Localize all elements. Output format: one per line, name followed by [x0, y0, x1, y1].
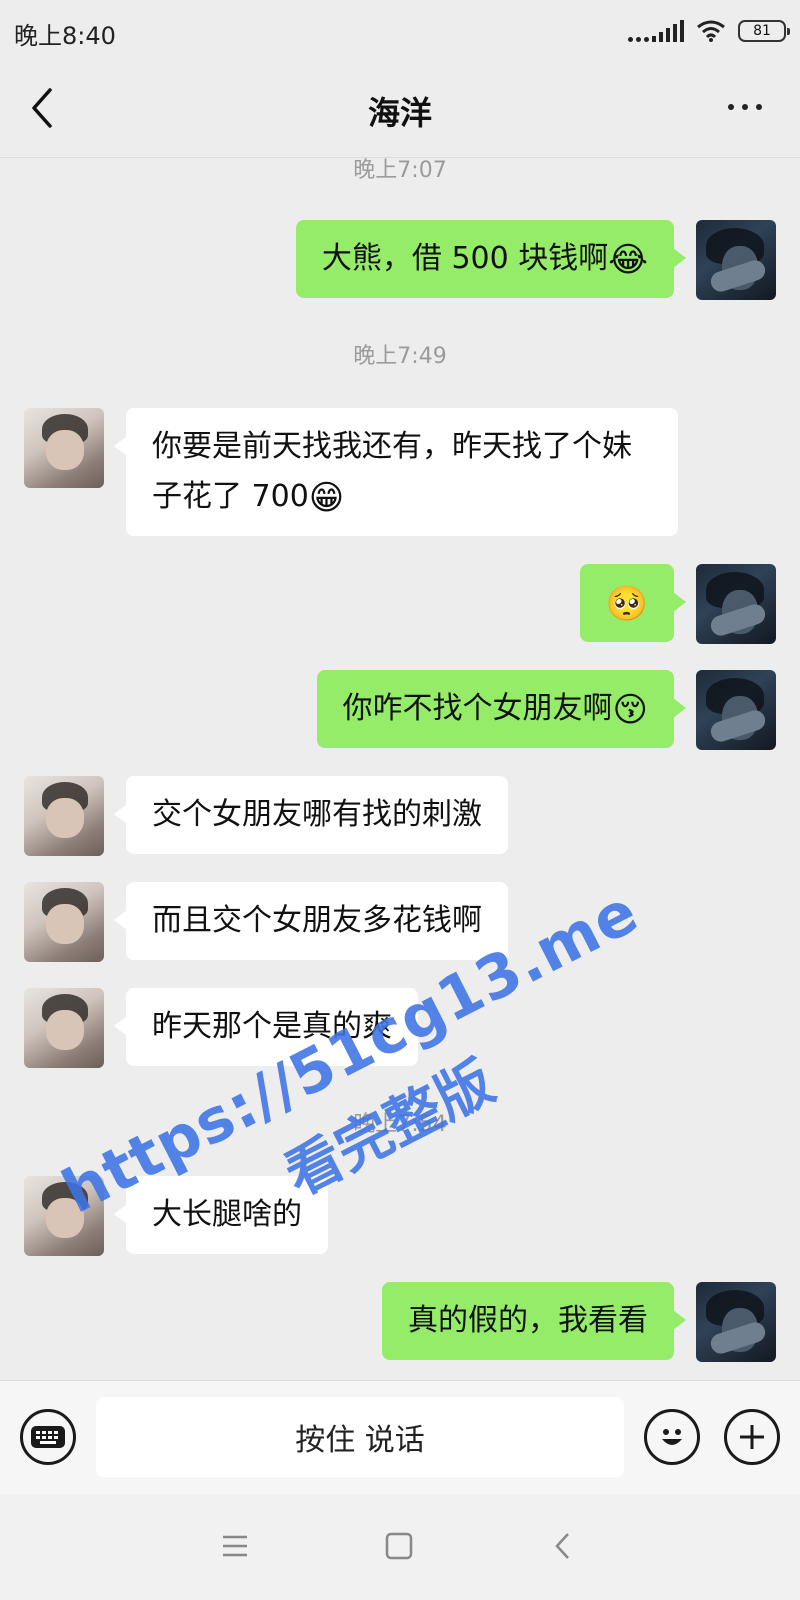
message-bubble-other[interactable]: 而且交个女朋友多花钱啊 [114, 882, 508, 960]
nav-bar: 海洋 [0, 62, 800, 158]
hold-to-talk-button[interactable]: 按住 说话 [96, 1397, 624, 1477]
message-text: 你要是前天找我还有，昨天找了个妹子花了 700 [152, 429, 632, 514]
message-bubble-other[interactable]: 昨天那个是真的爽 [114, 988, 418, 1066]
message-bubble-other[interactable]: 大长腿啥的 [114, 1176, 328, 1254]
avatar[interactable] [24, 988, 104, 1068]
message-bubble-self[interactable]: 大熊，借 500 块钱啊😂 [295, 220, 687, 298]
more-dots-icon[interactable] [728, 104, 762, 110]
avatar[interactable] [24, 882, 104, 962]
avatar[interactable] [696, 564, 776, 644]
battery-level: 81 [753, 23, 771, 39]
back-icon[interactable] [538, 1524, 588, 1568]
time-divider: 晚上7:07 [353, 158, 447, 183]
message-text: 而且交个女朋友多花钱啊 [152, 903, 482, 938]
menu-icon[interactable] [210, 1524, 260, 1568]
avatar[interactable] [24, 1176, 104, 1256]
emoji: 😁 [308, 477, 345, 518]
smiley-icon[interactable] [644, 1409, 700, 1465]
time-divider: 晚上7:49 [353, 344, 447, 369]
message-bubble-self[interactable]: 你咋不找个女朋友啊😚 [316, 670, 687, 748]
signal-icon [628, 20, 684, 42]
status-icons: 81 [628, 16, 790, 46]
chat-title: 海洋 [367, 94, 432, 132]
home-icon[interactable] [374, 1524, 424, 1568]
avatar[interactable] [696, 1282, 776, 1362]
status-bar: 晚上8:40 81 [0, 0, 800, 62]
message-text: 你咋不找个女朋友啊 [342, 691, 613, 726]
keyboard-icon[interactable] [20, 1409, 76, 1465]
message-bubble-self[interactable]: 🥺 [579, 564, 687, 642]
message-text: 昨天那个是真的爽 [152, 1009, 392, 1044]
system-nav-bar [0, 1494, 800, 1600]
message-text: 交个女朋友哪有找的刺激 [152, 797, 482, 832]
emoji: 😂 [608, 239, 648, 280]
plus-icon[interactable] [724, 1409, 780, 1465]
emoji: 🥺 [605, 583, 648, 624]
avatar[interactable] [24, 776, 104, 856]
status-time: 晚上8:40 [14, 22, 116, 50]
message-bubble-self[interactable]: 真的假的，我看看 [382, 1282, 686, 1360]
message-bubble-other[interactable]: 你要是前天找我还有，昨天找了个妹子花了 700😁 [114, 408, 678, 536]
avatar[interactable] [24, 408, 104, 488]
emoji: 😚 [612, 689, 648, 730]
avatar[interactable] [696, 220, 776, 300]
wifi-icon [697, 20, 725, 42]
message-bubble-other[interactable]: 交个女朋友哪有找的刺激 [114, 776, 508, 854]
chat-history[interactable]: 晚上7:07 大熊，借 500 块钱啊😂 晚上7:49 你要是前天找我还有，昨天… [0, 158, 800, 1380]
message-text: 大长腿啥的 [152, 1197, 302, 1232]
avatar[interactable] [696, 670, 776, 750]
battery-icon: 81 [738, 20, 790, 42]
message-text: 真的假的，我看看 [408, 1303, 648, 1338]
time-divider: 晚上7:54 [353, 1112, 447, 1137]
message-text: 大熊，借 500 块钱啊 [321, 241, 609, 276]
input-bar: 按住 说话 [0, 1380, 800, 1494]
